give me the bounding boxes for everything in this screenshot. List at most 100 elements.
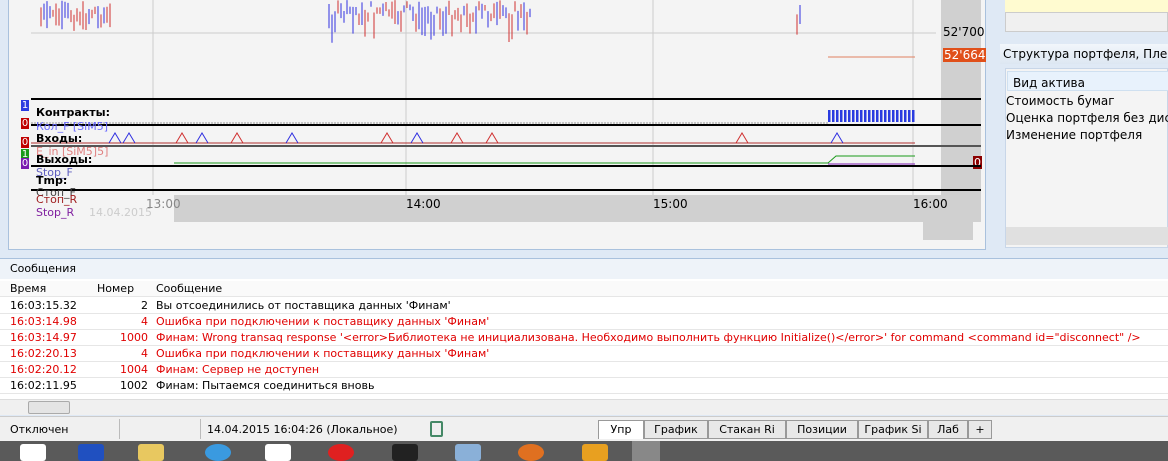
message-text: Ошибка при подключении к поставщику данн… [156,347,490,360]
contract-bar [876,110,879,122]
message-row[interactable]: 16:03:14.97 1000 Финам: Wrong transaq resp… [0,330,1168,346]
message-time: 16:02:20.13 [10,347,77,360]
video-icon[interactable] [392,444,418,461]
divider [31,145,981,147]
section-label: Входы: [36,132,83,145]
tab[interactable]: Позиции [786,420,858,439]
message-text: Финам: Wrong transaq response '<error>Би… [156,331,1141,344]
messages-scrollbar[interactable] [0,399,1168,415]
time-axis: 13:00 14:00 15:00 16:00 [31,195,981,222]
messages-title: Сообщения [0,259,1168,279]
tab[interactable]: Стакан Ri [708,420,786,439]
tab[interactable]: + [968,420,992,439]
save-app-icon[interactable] [78,444,104,461]
message-row[interactable]: 16:02:20.13 4 Ошибка при подключении к пос… [0,346,1168,362]
message-row[interactable]: 16:03:14.98 4 Ошибка при подключении к пос… [0,314,1168,330]
entry-marker [830,132,844,144]
message-number: 1000 [120,331,148,344]
contract-bar [884,110,887,122]
opera-icon[interactable] [328,444,354,461]
messages-panel: Сообщения Время Номер Сообщение 16:03:15… [0,258,1168,415]
message-time: 16:02:20.12 [10,363,77,376]
notes-icon[interactable] [430,421,443,437]
divider [31,98,981,100]
axis-number: 1 [21,100,29,111]
divider [31,165,981,167]
chart-scrollbar[interactable] [923,222,973,240]
contract-bar [868,110,871,122]
datetime: 14.04.2015 16:04:26 (Локальное) [207,423,398,436]
tab[interactable]: График Si [858,420,928,439]
ie-icon[interactable] [205,444,231,461]
divider [31,189,981,191]
zero-label: 0 [973,156,982,169]
section-label: Выходы: [36,153,93,166]
series-label: Стоп_R [36,193,78,206]
axis-number: 0 [21,118,29,129]
message-text: Ошибка при подключении к поставщику данн… [156,315,490,328]
window-icon[interactable] [455,444,481,461]
column-header-number[interactable]: Номер [97,281,134,297]
column-header-time[interactable]: Время [10,281,46,297]
divider [31,124,981,126]
message-number: 1004 [120,363,148,376]
message-number: 4 [141,315,148,328]
contract-bar [896,110,899,122]
message-row[interactable]: 16:03:15.32 2 Вы отсоединились от поставщи… [0,298,1168,314]
list-item[interactable]: Стоимость бумаг [1006,94,1115,108]
entry-marker [735,132,749,144]
entry-marker [195,132,209,144]
entry-marker [108,132,122,144]
contract-bar [860,110,863,122]
taskbar [0,441,1168,461]
message-number: 1002 [120,379,148,392]
message-row[interactable]: 16:02:20.12 1004 Финам: Сервер не доступен [0,362,1168,378]
message-time: 16:03:14.97 [10,331,77,344]
message-text: Финам: Сервер не доступен [156,363,320,376]
message-number: 4 [141,347,148,360]
yandex-icon[interactable] [265,444,291,461]
contract-bar [844,110,847,122]
contract-bar [908,110,911,122]
contract-bar [828,110,831,122]
contract-bar [872,110,875,122]
trading-app-icon[interactable] [632,441,660,461]
entry-marker [450,132,464,144]
status-bar: Отключен 14.04.2015 16:04:26 (Локальное)… [0,416,1168,441]
list-item[interactable]: Оценка портфеля без диско [1006,111,1168,125]
contract-bar [912,110,915,122]
contract-bar [852,110,855,122]
firefox-icon[interactable] [518,444,544,461]
exit-line [174,155,915,164]
contract-bar [864,110,867,122]
portfolio-panel: Структура портфеля, Плечо с Вид актива С… [1000,0,1168,250]
top-scrollbar[interactable] [1005,12,1168,32]
portfolio-scrollbar[interactable] [1006,227,1168,245]
message-time: 16:03:14.98 [10,315,77,328]
tab[interactable]: Упр [598,420,644,439]
contract-bar [888,110,891,122]
faded-date: 14.04.2015 [89,206,152,219]
chart-panel[interactable]: 52'700 52'664 0 1 0 0 1 0 Контракты: Кол… [8,0,987,250]
scroll-thumb[interactable] [28,401,70,414]
time-tick: 15:00 [653,197,688,211]
tab[interactable]: Лаб [928,420,968,439]
column-header[interactable]: Вид актива [1007,71,1168,91]
folder-icon[interactable] [138,444,164,461]
message-time: 16:03:15.32 [10,299,77,312]
message-text: Вы отсоединились от поставщика данных 'Ф… [156,299,451,312]
list-item[interactable]: Изменение портфеля [1006,128,1142,142]
contract-bar [904,110,907,122]
start-icon[interactable] [20,444,46,461]
contract-bar [836,110,839,122]
connection-status: Отключен [10,423,69,436]
axis-number: 0 [21,158,29,169]
tab[interactable]: График [644,420,708,439]
message-row[interactable]: 16:02:11.95 1002 Финам: Пытаемся соединить… [0,378,1168,394]
column-header-message[interactable]: Сообщение [156,281,222,297]
message-number: 2 [141,299,148,312]
entry-marker [410,132,424,144]
contract-bar [856,110,859,122]
outlook-icon[interactable] [582,444,608,461]
contract-bar [892,110,895,122]
